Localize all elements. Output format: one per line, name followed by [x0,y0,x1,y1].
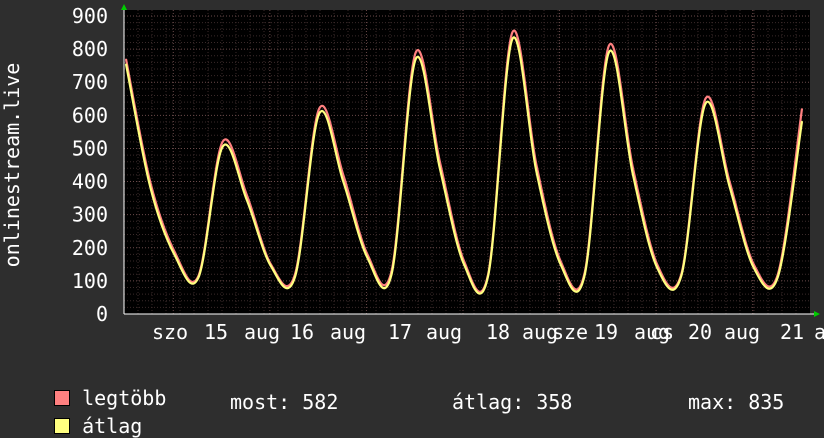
data-point [197,276,200,279]
x-tick-label: 15 [204,320,228,344]
data-point [801,120,803,122]
x-tick-label: aug [426,320,462,344]
y-tick-label: 900 [72,4,108,28]
legend-item-legtobb: legtöbb [30,362,166,410]
x-tick-label: sze [552,320,588,344]
y-tick-label: 500 [72,136,108,160]
data-point [728,185,731,188]
data-point [704,103,707,105]
data-point [680,275,682,277]
data-point [149,185,151,188]
data-point [342,174,344,176]
data-point [511,31,513,34]
data-point [415,58,417,60]
legend-label-atlag: átlag [82,414,143,438]
data-point [487,275,489,277]
x-tick-label: aug [244,320,280,344]
data-point [390,273,393,275]
data-point [777,276,779,278]
legend-item-atlag: átlag [30,390,142,438]
x-tick-label: 16 [290,320,314,344]
x-tick-label: a [814,320,824,344]
data-point [318,108,320,110]
data-point [801,108,803,110]
data-point [342,180,344,183]
x-tick-label: szo [152,320,188,344]
data-point [270,265,272,267]
data-point [125,58,127,60]
x-tick-label: aug [330,320,366,344]
x-tick-label: cs [650,320,674,344]
x-tick-label: 19 [594,320,618,344]
data-point [173,253,175,255]
y-tick-label: 600 [72,103,108,127]
x-tick-label: aug [724,320,760,344]
data-point [221,146,224,148]
data-point [246,194,248,196]
data-point [559,263,562,265]
y-tick-label: 700 [72,70,108,94]
y-tick-label: 400 [72,170,108,194]
x-tick-label: 17 [388,320,412,344]
data-point [632,174,634,176]
data-point [463,263,465,265]
data-point [294,276,296,278]
y-tick-label: 0 [96,302,108,326]
data-point [439,167,441,169]
y-tick-label: 100 [72,269,108,293]
data-point [608,51,610,54]
y-tick-label: 200 [72,236,108,260]
data-point [125,63,127,65]
chart-svg: 0 100 200 300 400 500 600 700 800 900 szo 15 aug 16 au… [0,4,824,344]
data-point [366,257,369,259]
data-point [246,199,248,201]
y-tick-label: 300 [72,203,108,227]
data-point [584,274,586,276]
data-point [318,113,320,115]
y-tick-label: 800 [72,37,108,61]
x-tick-label: 18 [486,320,510,344]
y-axis-arrow [121,4,127,10]
data-point [511,38,513,40]
legend-swatch-atlag [54,417,71,434]
data-point [608,45,610,47]
data-point [535,171,538,173]
stat-max: max: 835 [688,390,785,414]
x-axis-arrow [814,311,820,317]
data-point [415,51,417,54]
data-point [753,267,755,269]
stat-atlag: átlag: 358 [452,390,573,414]
data-point [221,141,224,143]
stat-most: most: 582 [230,390,339,414]
data-point [656,267,658,269]
x-tick-label: 20 [688,320,712,344]
x-tick-label: 21 [780,320,804,344]
data-point [704,98,707,100]
y-axis-label: onlinestream.live [0,63,24,268]
